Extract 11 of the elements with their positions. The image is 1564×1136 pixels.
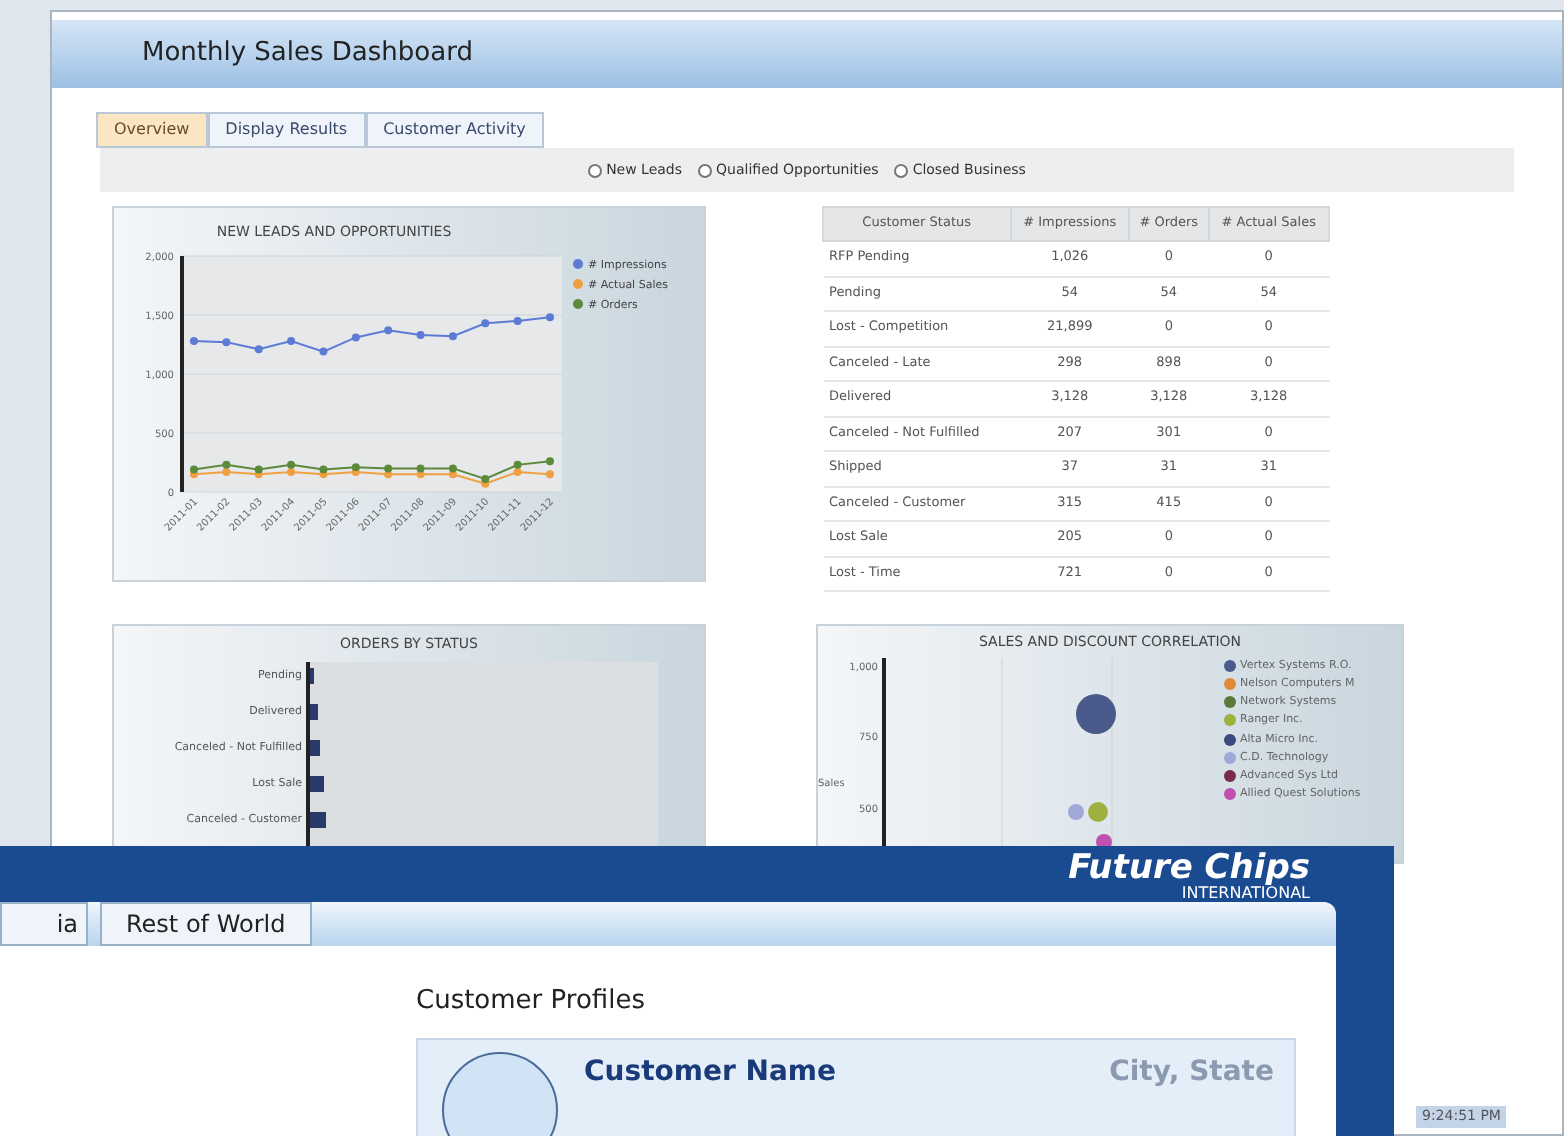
- window-title: Monthly Sales Dashboard: [142, 36, 473, 73]
- region-button[interactable]: Rest of World: [100, 902, 312, 946]
- logo-name: Future Chips: [1068, 852, 1310, 886]
- customer-name: Customer Name: [584, 1053, 836, 1091]
- section-title: Customer Profiles: [416, 984, 647, 1020]
- tab[interactable]: Customer Activity: [365, 112, 544, 148]
- logo-subtitle: INTERNATIONAL: [1181, 886, 1310, 902]
- region-button[interactable]: ia: [0, 902, 88, 946]
- tab[interactable]: Overview: [96, 112, 208, 148]
- tab[interactable]: Display Results: [207, 112, 366, 148]
- customer-location: City, State: [1109, 1053, 1274, 1091]
